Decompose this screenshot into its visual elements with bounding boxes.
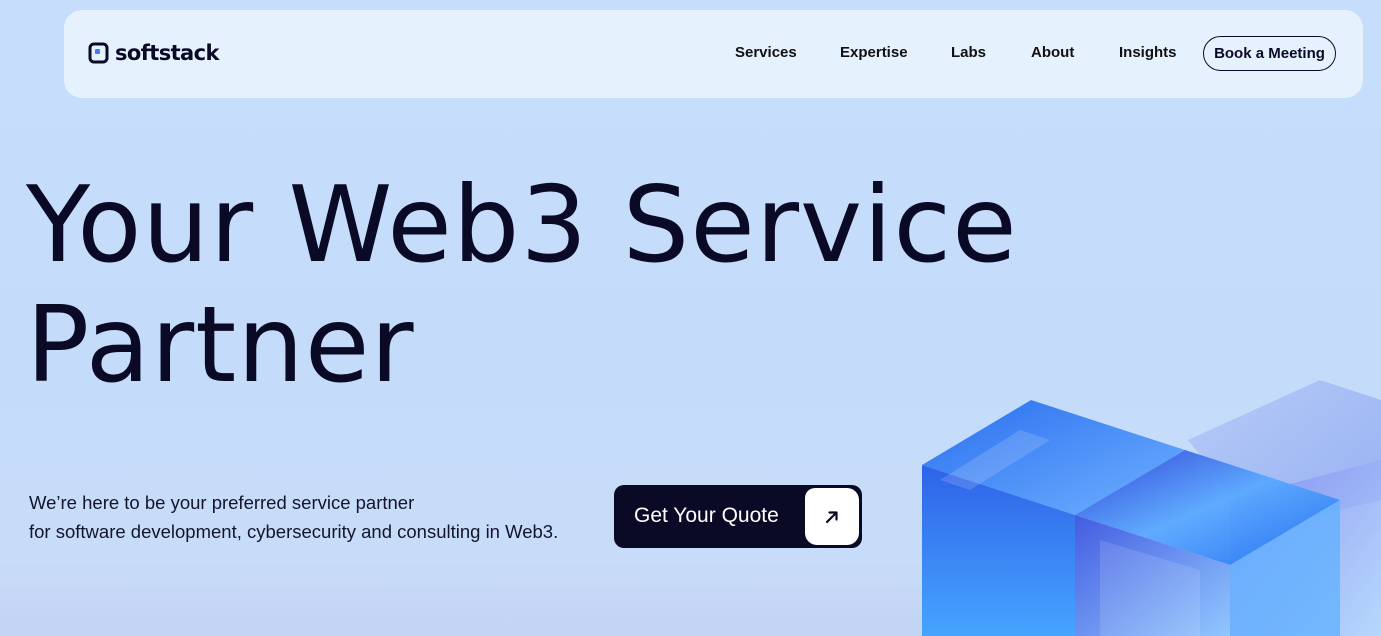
softstack-logo-icon <box>88 42 109 64</box>
get-quote-button[interactable]: Get Your Quote <box>614 485 862 548</box>
hero-title: Your Web3 Service Partner <box>26 165 1026 405</box>
nav-item-expertise[interactable]: Expertise <box>840 44 908 61</box>
hero-subtitle-line2: for software development, cybersecurity … <box>29 521 559 542</box>
hero-subtitle-line1: We’re here to be your preferred service … <box>29 492 415 513</box>
nav-item-services[interactable]: Services <box>735 44 797 61</box>
nav-item-labs[interactable]: Labs <box>951 44 986 61</box>
brand-logo[interactable]: softstack <box>88 40 219 66</box>
glass-cubes-illustration <box>922 380 1381 636</box>
nav-item-insights[interactable]: Insights <box>1119 44 1177 61</box>
book-meeting-button[interactable]: Book a Meeting <box>1203 36 1336 71</box>
arrow-up-right-icon <box>805 488 859 545</box>
get-quote-label: Get Your Quote <box>634 504 779 527</box>
nav-item-about[interactable]: About <box>1031 44 1074 61</box>
hero-title-line1: Your Web3 Service <box>26 164 1018 286</box>
hero-title-line2: Partner <box>26 284 415 406</box>
top-navbar: softstack Services Expertise Labs About … <box>64 10 1363 98</box>
hero-subtitle: We’re here to be your preferred service … <box>29 488 609 546</box>
brand-name: softstack <box>115 41 219 65</box>
